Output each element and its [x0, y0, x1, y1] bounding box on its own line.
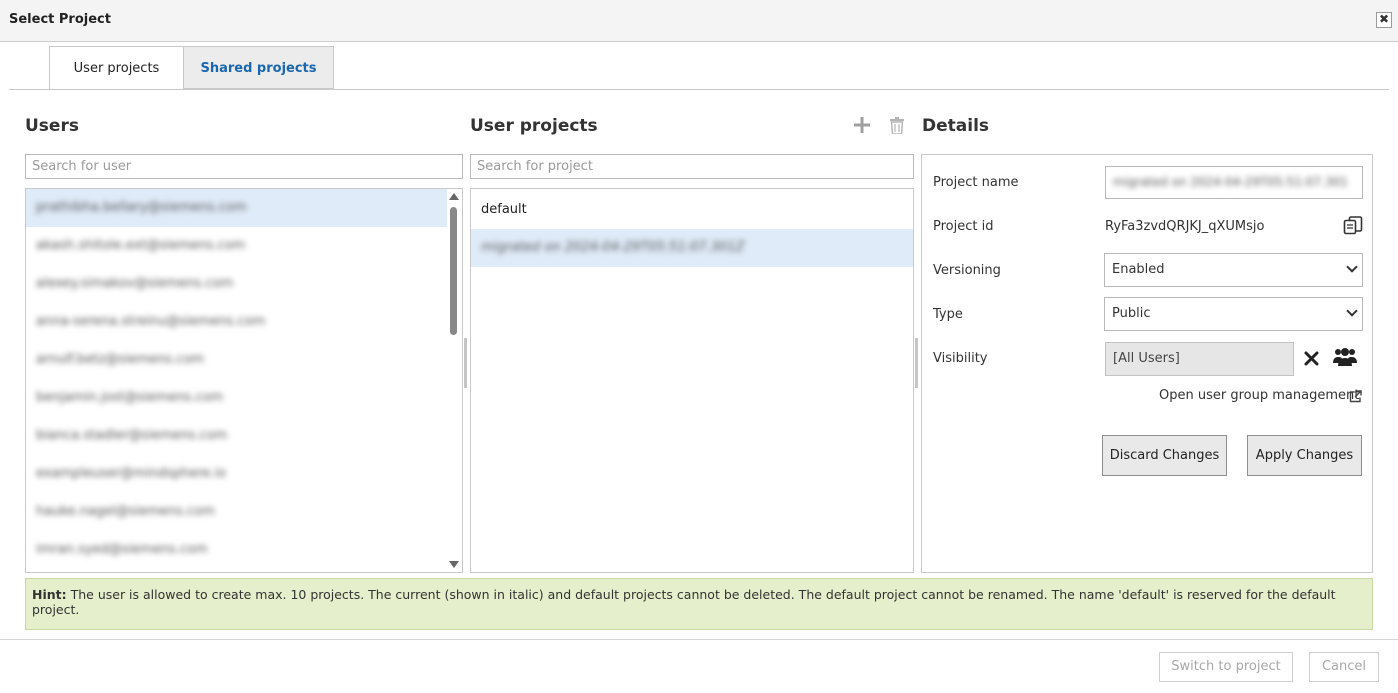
trash-icon[interactable] [886, 114, 908, 136]
dialog-titlebar: Select Project ✖ [0, 0, 1398, 42]
versioning-select[interactable]: Enabled [1104, 253, 1363, 287]
external-link-icon[interactable] [1349, 388, 1362, 407]
list-item[interactable]: benjamin.jost@siemens.com [26, 379, 447, 417]
scroll-up-icon[interactable] [449, 193, 459, 200]
list-item[interactable]: bianca.stadler@siemens.com [26, 417, 447, 455]
list-item[interactable]: anna-serena.streinu@siemens.com [26, 303, 447, 341]
list-item[interactable]: arnulf.betz@siemens.com [26, 341, 447, 379]
user-group-link[interactable]: Open user group management [1159, 388, 1359, 403]
apply-changes-button[interactable]: Apply Changes [1247, 435, 1362, 476]
scroll-down-icon[interactable] [449, 561, 459, 568]
users-scrollbar[interactable] [447, 189, 461, 571]
hint-text: The user is allowed to create max. 10 pr… [32, 587, 1336, 617]
cancel-button[interactable]: Cancel [1309, 652, 1379, 682]
project-name-label: Project name [933, 175, 1019, 190]
scroll-thumb[interactable] [450, 207, 457, 335]
hint-prefix: Hint: [32, 587, 67, 602]
list-item[interactable]: akash.shitole.ext@siemens.com [26, 227, 447, 265]
chevron-down-icon [1346, 261, 1358, 273]
chevron-down-icon [1346, 305, 1358, 317]
type-label: Type [933, 307, 963, 322]
tab-divider [9, 89, 1389, 90]
list-item[interactable]: migrated on 2024-04-29T05:51:07.301Z [471, 229, 913, 267]
list-item[interactable]: imran.syed@siemens.com [26, 531, 447, 569]
list-item[interactable]: alexey.simakov@siemens.com [26, 265, 447, 303]
projects-heading: User projects [470, 116, 598, 136]
project-id-label: Project id [933, 219, 994, 234]
dialog-title: Select Project [9, 12, 111, 27]
list-item[interactable]: default [471, 191, 913, 229]
switch-to-project-button[interactable]: Switch to project [1159, 652, 1293, 682]
project-name-input[interactable]: migrated on 2024-04-29T05:51:07.301 [1105, 166, 1363, 199]
visibility-label: Visibility [933, 351, 988, 366]
dialog-footer: Switch to project Cancel [0, 639, 1398, 693]
column-splitter[interactable] [464, 338, 467, 388]
versioning-label: Versioning [933, 263, 1001, 278]
hint-box: Hint: The user is allowed to create max.… [25, 578, 1373, 630]
project-id-value: RyFa3zvdQRJKJ_qXUMsjo [1105, 219, 1265, 234]
users-heading: Users [25, 116, 79, 136]
list-item[interactable]: prathibha.bellary@siemens.com [26, 189, 447, 227]
projects-list: default migrated on 2024-04-29T05:51:07.… [470, 188, 914, 573]
type-select[interactable]: Public [1104, 297, 1363, 331]
copy-icon[interactable] [1343, 216, 1363, 240]
plus-icon[interactable] [851, 114, 873, 136]
visibility-field: [All Users] [1105, 342, 1294, 376]
user-search-input[interactable] [25, 154, 463, 179]
tab-shared-projects[interactable]: Shared projects [183, 46, 334, 89]
users-list: prathibha.bellary@siemens.com akash.shit… [25, 188, 463, 573]
clear-icon[interactable] [1304, 351, 1319, 370]
user-group-icon[interactable] [1333, 347, 1357, 371]
project-search-input[interactable] [470, 154, 914, 179]
close-icon[interactable]: ✖ [1376, 12, 1392, 28]
discard-changes-button[interactable]: Discard Changes [1102, 435, 1227, 476]
tab-user-projects[interactable]: User projects [49, 46, 184, 90]
list-item[interactable]: exampleuser@mindsphere.io [26, 455, 447, 493]
list-item[interactable]: hauke.nagel@siemens.com [26, 493, 447, 531]
details-panel: Project name migrated on 2024-04-29T05:5… [921, 154, 1373, 573]
column-splitter[interactable] [915, 338, 918, 388]
details-heading: Details [922, 116, 990, 136]
